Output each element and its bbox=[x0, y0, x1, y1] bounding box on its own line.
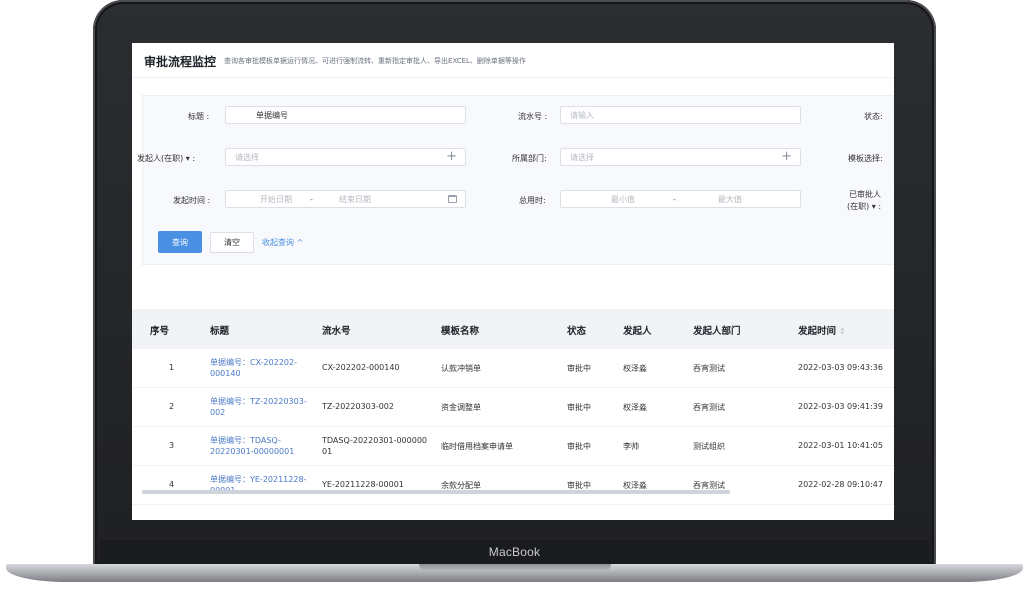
template-label: 模板选择: bbox=[848, 154, 883, 163]
app-screen: 审批流程监控 查询各审批模板单据运行情况、可进行强制流转、重新指定审批人、导出E… bbox=[132, 43, 894, 520]
column-header-serial: 流水号 bbox=[322, 326, 351, 337]
row-no: 3 bbox=[169, 441, 175, 450]
brand-label: MacBook bbox=[488, 545, 541, 559]
date-range-picker[interactable]: 开始日期 - 结束日期 bbox=[225, 190, 466, 208]
row-time: 2022-03-03 09:43:36 bbox=[798, 363, 883, 372]
row-status: 审批中 bbox=[567, 364, 591, 373]
plus-icon[interactable]: + bbox=[781, 150, 792, 164]
row-serial: TZ-20220303-002 bbox=[322, 402, 394, 411]
row-title-link[interactable]: 单据编号：CX-202202-000140 bbox=[210, 357, 308, 379]
row-no: 4 bbox=[169, 480, 175, 489]
row-title-link[interactable]: 单据编号：TZ-20220303-002 bbox=[210, 396, 308, 418]
title-input[interactable]: 单据编号 bbox=[225, 106, 466, 124]
table-row[interactable]: 4 单据编号：YE-20211228-00001 YE-20211228-000… bbox=[132, 466, 894, 505]
horizontal-scrollbar[interactable] bbox=[142, 490, 884, 494]
serial-placeholder: 请输入 bbox=[570, 110, 594, 120]
filter-panel: 标题 : 单据编号 流水号 : 请输入 状态: 发起人(在职) ▾ : 请选择 … bbox=[137, 95, 894, 265]
title-label: 标题 : bbox=[188, 112, 210, 121]
start-date-placeholder: 开始日期 bbox=[260, 194, 292, 204]
column-header-status: 状态 bbox=[567, 326, 587, 337]
row-time: 2022-03-03 09:41:39 bbox=[798, 402, 883, 411]
clear-button[interactable]: 清空 bbox=[210, 232, 254, 253]
dept-placeholder: 请选择 bbox=[570, 152, 594, 162]
row-serial: YE-20211228-00001 bbox=[322, 480, 404, 489]
initiator-label[interactable]: 发起人(在职) ▾ : bbox=[137, 153, 195, 164]
column-header-time[interactable]: 发起时间 ⇕ bbox=[798, 323, 846, 337]
page-title: 审批流程监控 bbox=[144, 54, 217, 69]
row-template: 认款冲销单 bbox=[441, 364, 481, 373]
column-header-template: 模板名称 bbox=[441, 326, 480, 337]
duration-range[interactable]: 最小值 - 最大值 bbox=[560, 190, 801, 208]
initiator-select[interactable]: 请选择 + bbox=[225, 148, 466, 166]
row-dept: 吞宵测试 bbox=[693, 364, 725, 373]
start-time-label: 发起时间 : bbox=[173, 196, 211, 205]
serial-label: 流水号 : bbox=[518, 112, 548, 121]
min-placeholder: 最小值 bbox=[611, 194, 635, 204]
row-template: 临时借用档案申请单 bbox=[441, 442, 513, 451]
row-time: 2022-02-28 09:10:47 bbox=[798, 480, 883, 489]
table-row[interactable]: 2 单据编号：TZ-20220303-002 TZ-20220303-002 资… bbox=[132, 388, 894, 427]
row-time: 2022-03-01 10:41:05 bbox=[798, 441, 883, 450]
dept-label: 所属部门: bbox=[512, 154, 547, 163]
column-header-title: 标题 bbox=[210, 326, 230, 337]
row-serial: CX-202202-000140 bbox=[322, 363, 400, 372]
table-header: 序号 标题 流水号 模板名称 状态 发起人 发起人部门 发起时间 ⇕ bbox=[132, 309, 894, 349]
page-description: 查询各审批模板单据运行情况、可进行强制流转、重新指定审批人、导出EXCEL、删除… bbox=[224, 57, 526, 65]
column-header-no: 序号 bbox=[150, 326, 170, 337]
dept-select[interactable]: 请选择 + bbox=[560, 148, 801, 166]
table-row[interactable]: 1 单据编号：CX-202202-000140 CX-202202-000140… bbox=[132, 349, 894, 388]
approved-label-line1: 已审批人 bbox=[849, 190, 881, 199]
plus-icon[interactable]: + bbox=[446, 150, 457, 164]
initiator-placeholder: 请选择 bbox=[235, 152, 259, 162]
serial-input[interactable]: 请输入 bbox=[560, 106, 801, 124]
row-no: 2 bbox=[169, 402, 175, 411]
laptop-notch bbox=[419, 564, 611, 571]
row-serial: TDASQ-20220301-00000001 bbox=[322, 436, 428, 456]
row-no: 1 bbox=[169, 363, 175, 372]
row-initiator: 权泽淼 bbox=[623, 403, 647, 412]
sort-icon[interactable]: ⇕ bbox=[839, 327, 846, 336]
column-header-dept: 发起人部门 bbox=[693, 326, 741, 337]
row-status: 审批中 bbox=[567, 442, 591, 451]
range-separator: - bbox=[310, 194, 313, 204]
calendar-icon[interactable] bbox=[448, 195, 457, 203]
row-dept: 测试组织 bbox=[693, 442, 725, 451]
row-dept: 吞宵测试 bbox=[693, 403, 725, 412]
column-header-time-label: 发起时间 bbox=[798, 326, 837, 337]
scrollbar-thumb[interactable] bbox=[142, 490, 730, 494]
search-button[interactable]: 查询 bbox=[158, 231, 202, 253]
end-date-placeholder: 结束日期 bbox=[338, 194, 371, 204]
title-input-value: 单据编号 bbox=[256, 110, 288, 120]
column-header-initiator: 发起人 bbox=[623, 326, 652, 337]
row-template: 资金调整单 bbox=[441, 403, 481, 412]
page-header: 审批流程监控 查询各审批模板单据运行情况、可进行强制流转、重新指定审批人、导出E… bbox=[144, 49, 894, 73]
status-label: 状态: bbox=[864, 112, 883, 121]
row-initiator: 李帅 bbox=[623, 442, 639, 451]
header-divider bbox=[132, 77, 894, 78]
row-status: 审批中 bbox=[567, 403, 591, 412]
laptop-chin: MacBook bbox=[100, 540, 929, 564]
max-placeholder: 最大值 bbox=[717, 194, 742, 204]
duration-label: 总用时: bbox=[519, 196, 546, 205]
collapse-filter-link[interactable]: 收起查询 ^ bbox=[262, 237, 303, 248]
row-initiator: 权泽淼 bbox=[623, 364, 647, 373]
duration-range-separator: - bbox=[673, 194, 676, 204]
row-title-link[interactable]: 单据编号：TDASQ-20220301-00000001 bbox=[210, 435, 308, 457]
table-row[interactable]: 3 单据编号：TDASQ-20220301-00000001 TDASQ-202… bbox=[132, 427, 894, 466]
approved-label-line2[interactable]: (在职) ▾ : bbox=[847, 201, 881, 212]
